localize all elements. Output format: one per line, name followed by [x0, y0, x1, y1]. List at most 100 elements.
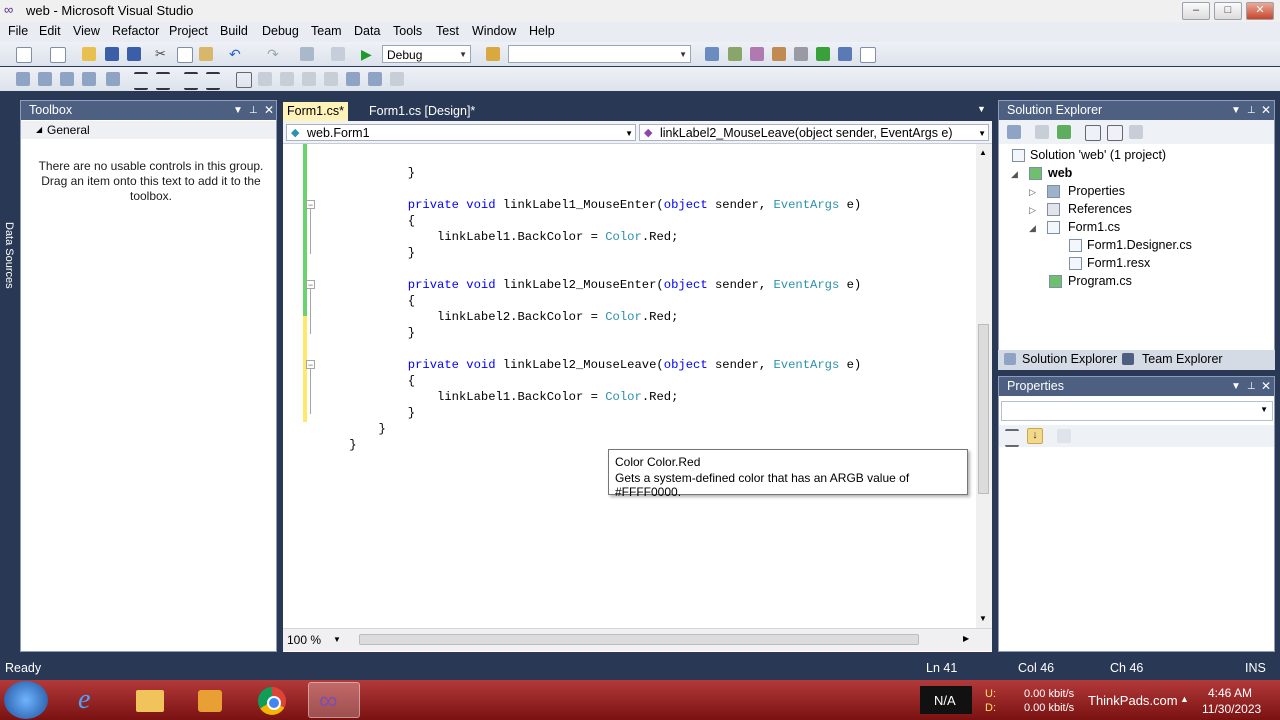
window-position-icon[interactable]: ▼ — [1231, 377, 1241, 396]
menu-project[interactable]: Project — [169, 24, 208, 38]
clear-bookmarks-icon[interactable] — [390, 72, 404, 86]
copy-icon[interactable] — [177, 47, 193, 63]
collapse-region-icon[interactable]: − — [306, 360, 315, 370]
show-tooltip-icon[interactable] — [106, 72, 120, 86]
tab-solution-explorer[interactable]: Solution Explorer — [1022, 352, 1117, 366]
find-in-files-icon[interactable] — [486, 47, 500, 61]
tree-form1-resx[interactable]: Form1.resx — [1087, 256, 1150, 270]
data-sources-strip[interactable]: Data Sources — [0, 100, 20, 650]
media-player-icon[interactable] — [184, 682, 236, 718]
type-dropdown[interactable]: ◆ web.Form1 ▼ — [286, 124, 636, 141]
next-bookmark-in-document-icon[interactable] — [368, 72, 382, 86]
tab-team-explorer[interactable]: Team Explorer — [1142, 352, 1223, 366]
vertical-scrollbar[interactable]: ▲ ▼ — [976, 144, 992, 628]
scroll-thumb[interactable] — [978, 324, 989, 494]
close-button[interactable]: ✕ — [1246, 2, 1274, 20]
visual-studio-taskbar-icon[interactable]: ∞ — [308, 682, 360, 718]
chrome-icon[interactable] — [246, 682, 298, 718]
scroll-right-icon[interactable]: ▶ — [963, 634, 969, 643]
comment-lines-icon[interactable] — [184, 72, 198, 90]
menu-data[interactable]: Data — [354, 24, 380, 38]
active-files-dropdown-icon[interactable]: ▼ — [977, 104, 986, 114]
add-item-icon[interactable] — [50, 47, 66, 63]
command-window-icon[interactable] — [860, 47, 876, 63]
object-selector-dropdown[interactable]: ▼ — [1001, 401, 1273, 421]
previous-bookmark-in-document-icon[interactable] — [346, 72, 360, 86]
tree-form1-cs[interactable]: Form1.cs — [1068, 220, 1120, 234]
collapsed-triangle-icon[interactable]: ▷ — [1029, 205, 1036, 216]
start-button-icon[interactable] — [4, 681, 48, 719]
scroll-up-icon[interactable]: ▲ — [979, 148, 987, 157]
close-icon[interactable]: ✕ — [1261, 377, 1271, 396]
menu-help[interactable]: Help — [529, 24, 555, 38]
zoom-level[interactable]: 100 % — [287, 633, 321, 647]
alphabetical-icon[interactable]: ↓ — [1027, 428, 1043, 444]
code-text-area[interactable]: − − − } private void linkLabel1_MouseEnt… — [283, 144, 976, 628]
previous-bookmark-in-folder-icon[interactable] — [302, 72, 316, 86]
internet-explorer-icon[interactable]: e — [64, 682, 116, 718]
tree-project-web[interactable]: web — [1048, 166, 1072, 180]
menu-team[interactable]: Team — [311, 24, 342, 38]
tree-solution[interactable]: Solution 'web' (1 project) — [1030, 148, 1166, 162]
tab-form1-cs[interactable]: Form1.cs* — [283, 102, 348, 121]
start-debugging-icon[interactable]: ▶ — [361, 46, 375, 62]
quick-info-icon[interactable] — [60, 72, 74, 86]
window-position-icon[interactable]: ▼ — [1231, 101, 1241, 120]
tools-icon[interactable] — [794, 47, 808, 61]
next-bookmark-in-folder-icon[interactable] — [324, 72, 338, 86]
menu-refactor[interactable]: Refactor — [112, 24, 159, 38]
tree-program-cs[interactable]: Program.cs — [1068, 274, 1132, 288]
tab-form1-design[interactable]: Form1.cs [Design]* — [365, 102, 479, 121]
data-sources-tab[interactable]: Data Sources — [3, 222, 15, 289]
menu-test[interactable]: Test — [436, 24, 459, 38]
complete-word-icon[interactable] — [82, 72, 96, 86]
next-bookmark-icon[interactable] — [280, 72, 294, 86]
find-combo[interactable]: ▼ — [508, 45, 691, 63]
properties-window-icon[interactable] — [728, 47, 742, 61]
solution-configuration-dropdown[interactable]: Debug ▼ — [382, 45, 471, 63]
increase-indent-icon[interactable] — [156, 72, 170, 90]
paste-icon[interactable] — [199, 47, 213, 61]
toolbox-group-general[interactable]: ◢ General — [21, 121, 276, 139]
menu-view[interactable]: View — [73, 24, 100, 38]
member-dropdown[interactable]: ◆ linkLabel2_MouseLeave(object sender, E… — [639, 124, 989, 141]
pin-icon[interactable]: ⊥ — [1247, 377, 1256, 396]
pin-icon[interactable]: ⊥ — [249, 101, 258, 120]
cut-icon[interactable]: ✂ — [155, 47, 169, 61]
property-pages-icon[interactable] — [1057, 429, 1071, 443]
save-all-icon[interactable] — [127, 47, 141, 61]
bookmark-icon[interactable] — [236, 72, 252, 88]
object-browser-icon[interactable] — [750, 47, 764, 61]
categorized-icon[interactable] — [1005, 429, 1019, 447]
close-icon[interactable]: ✕ — [1261, 101, 1271, 120]
scroll-down-icon[interactable]: ▼ — [979, 614, 987, 623]
member-list-icon[interactable] — [16, 72, 30, 86]
file-explorer-icon[interactable] — [124, 682, 176, 718]
decrease-indent-icon[interactable] — [134, 72, 148, 90]
menu-file[interactable]: File — [8, 24, 28, 38]
maximize-button[interactable]: □ — [1214, 2, 1242, 20]
start-page-icon[interactable] — [816, 47, 830, 61]
view-designer-icon[interactable] — [1107, 125, 1123, 141]
collapsed-triangle-icon[interactable]: ▷ — [1029, 187, 1036, 198]
previous-bookmark-icon[interactable] — [258, 72, 272, 86]
view-code-icon[interactable] — [1085, 125, 1101, 141]
minimize-button[interactable]: – — [1182, 2, 1210, 20]
navigate-backward-icon[interactable] — [300, 47, 314, 61]
refresh-icon[interactable] — [1057, 125, 1071, 139]
collapse-region-icon[interactable]: − — [306, 280, 315, 290]
parameter-info-icon[interactable] — [38, 72, 52, 86]
menu-tools[interactable]: Tools — [393, 24, 422, 38]
window-position-icon[interactable]: ▼ — [233, 101, 243, 120]
navigate-forward-icon[interactable] — [331, 47, 345, 61]
uncomment-lines-icon[interactable] — [206, 72, 220, 90]
save-icon[interactable] — [105, 47, 119, 61]
extension-manager-icon[interactable] — [838, 47, 852, 61]
expanded-triangle-icon[interactable]: ◢ — [1029, 223, 1036, 234]
clock-time[interactable]: 4:46 AM — [1208, 686, 1252, 700]
new-project-icon[interactable] — [16, 47, 32, 63]
pin-icon[interactable]: ⊥ — [1247, 101, 1256, 120]
menu-window[interactable]: Window — [472, 24, 516, 38]
redo-icon[interactable]: ↷ — [267, 46, 281, 62]
menu-edit[interactable]: Edit — [39, 24, 61, 38]
